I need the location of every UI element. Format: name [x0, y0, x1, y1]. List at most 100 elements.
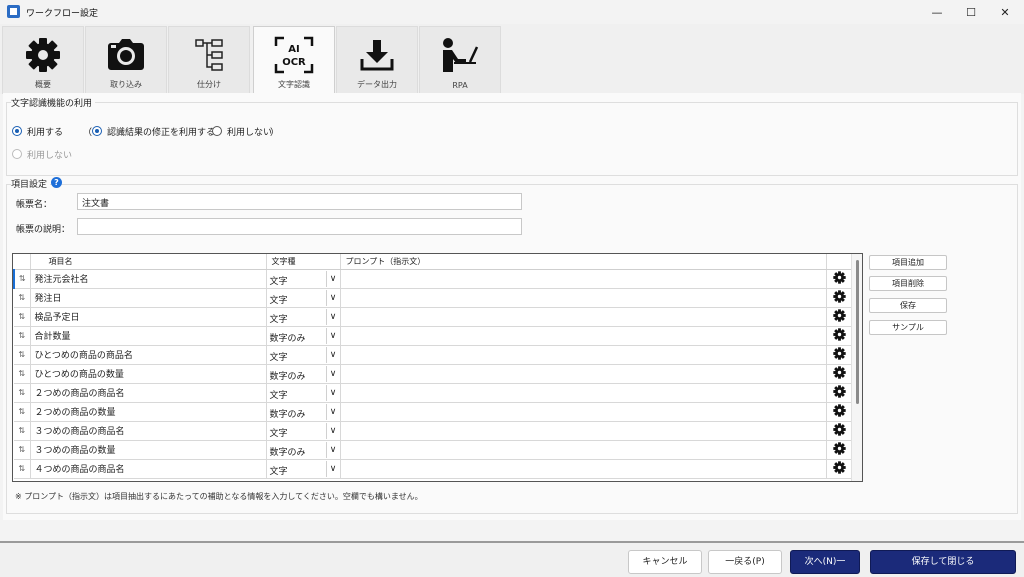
grid-row[interactable]: ⇅ 発注日 文字 ∨ — [14, 288, 853, 308]
back-button[interactable]: 一戻る(P) — [708, 550, 782, 574]
tab-overview[interactable]: 概要 — [2, 26, 84, 94]
not-use-ocr-radio[interactable] — [12, 149, 22, 159]
form-description-input[interactable] — [77, 218, 522, 235]
prompt-cell[interactable] — [340, 383, 827, 403]
item-name-cell[interactable]: ２つめの商品の商品名 — [30, 383, 267, 403]
row-settings-button[interactable] — [826, 440, 853, 460]
row-settings-button[interactable] — [826, 307, 853, 327]
char-type-select[interactable]: 文字 ∨ — [266, 459, 341, 479]
row-settings-button[interactable] — [826, 345, 853, 365]
no-fix-radio[interactable] — [212, 126, 222, 136]
row-settings-button[interactable] — [826, 402, 853, 422]
row-settings-button[interactable] — [826, 459, 853, 479]
drag-handle-icon[interactable]: ⇅ — [14, 307, 31, 327]
item-name-cell[interactable]: ３つめの商品の商品名 — [30, 421, 267, 441]
char-type-select[interactable]: 文字 ∨ — [266, 421, 341, 441]
prompt-cell[interactable] — [340, 326, 827, 346]
char-type-select[interactable]: 文字 ∨ — [266, 383, 341, 403]
row-settings-button[interactable] — [826, 421, 853, 441]
grid-row[interactable]: ⇅ ２つめの商品の商品名 文字 ∨ — [14, 383, 853, 403]
save-and-close-button[interactable]: 保存して閉じる — [870, 550, 1016, 574]
chevron-down-icon[interactable]: ∨ — [325, 403, 340, 420]
item-name-cell[interactable]: 発注元会社名 — [30, 269, 267, 289]
chevron-down-icon[interactable]: ∨ — [325, 441, 340, 458]
help-icon[interactable]: ? — [51, 177, 62, 188]
drag-handle-icon[interactable]: ⇅ — [14, 402, 31, 422]
prompt-cell[interactable] — [340, 307, 827, 327]
drag-handle-icon[interactable]: ⇅ — [14, 326, 31, 346]
char-type-select[interactable]: 数字のみ ∨ — [266, 364, 341, 384]
item-name-cell[interactable]: ひとつめの商品の数量 — [30, 364, 267, 384]
char-type-select[interactable]: 数字のみ ∨ — [266, 440, 341, 460]
add-item-button[interactable]: 項目追加 — [869, 255, 947, 270]
char-type-select[interactable]: 文字 ∨ — [266, 269, 341, 289]
chevron-down-icon[interactable]: ∨ — [325, 460, 340, 477]
prompt-cell[interactable] — [340, 440, 827, 460]
prompt-cell[interactable] — [340, 345, 827, 365]
item-name-cell[interactable]: 検品予定日 — [30, 307, 267, 327]
delete-item-button[interactable]: 項目削除 — [869, 276, 947, 291]
drag-handle-icon[interactable]: ⇅ — [14, 383, 31, 403]
prompt-cell[interactable] — [340, 402, 827, 422]
drag-handle-icon[interactable]: ⇅ — [14, 459, 31, 479]
scrollbar-thumb[interactable] — [856, 260, 859, 404]
maximize-button[interactable]: ☐ — [954, 0, 988, 24]
use-fix-radio[interactable] — [92, 126, 102, 136]
char-type-select[interactable]: 数字のみ ∨ — [266, 402, 341, 422]
drag-handle-icon[interactable]: ⇅ — [14, 440, 31, 460]
grid-row[interactable]: ⇅ ４つめの商品の商品名 文字 ∨ — [14, 459, 853, 479]
item-name-cell[interactable]: ２つめの商品の数量 — [30, 402, 267, 422]
sample-button[interactable]: サンプル — [869, 320, 947, 335]
drag-handle-icon[interactable]: ⇅ — [13, 269, 31, 289]
row-settings-button[interactable] — [826, 364, 853, 384]
grid-row[interactable]: ⇅ 発注元会社名 文字 ∨ — [13, 269, 853, 289]
save-button[interactable]: 保存 — [869, 298, 947, 313]
chevron-down-icon[interactable]: ∨ — [325, 346, 340, 363]
prompt-cell[interactable] — [340, 459, 827, 479]
grid-row[interactable]: ⇅ ２つめの商品の数量 数字のみ ∨ — [14, 402, 853, 422]
item-name-cell[interactable]: ３つめの商品の数量 — [30, 440, 267, 460]
chevron-down-icon[interactable]: ∨ — [325, 308, 340, 325]
prompt-cell[interactable] — [340, 421, 827, 441]
grid-row[interactable]: ⇅ ひとつめの商品の商品名 文字 ∨ — [14, 345, 853, 365]
chevron-down-icon[interactable]: ∨ — [325, 422, 340, 439]
tab-import[interactable]: 取り込み — [85, 26, 167, 94]
char-type-select[interactable]: 文字 ∨ — [266, 288, 341, 308]
item-name-cell[interactable]: 発注日 — [30, 288, 267, 308]
drag-handle-icon[interactable]: ⇅ — [14, 421, 31, 441]
drag-handle-icon[interactable]: ⇅ — [14, 345, 31, 365]
chevron-down-icon[interactable]: ∨ — [325, 365, 340, 382]
tab-ocr[interactable]: AI OCR 文字認識 — [253, 26, 335, 94]
cancel-button[interactable]: キャンセル — [628, 550, 702, 574]
close-button[interactable]: ✕ — [988, 0, 1022, 24]
drag-handle-icon[interactable]: ⇅ — [14, 364, 31, 384]
minimize-button[interactable]: — — [920, 0, 954, 24]
form-name-input[interactable]: 注文書 — [77, 193, 522, 210]
row-settings-button[interactable] — [826, 269, 853, 289]
item-name-cell[interactable]: ひとつめの商品の商品名 — [30, 345, 267, 365]
row-settings-button[interactable] — [826, 288, 853, 308]
char-type-select[interactable]: 数字のみ ∨ — [266, 326, 341, 346]
prompt-cell[interactable] — [340, 269, 827, 289]
grid-row[interactable]: ⇅ ３つめの商品の商品名 文字 ∨ — [14, 421, 853, 441]
grid-row[interactable]: ⇅ 合計数量 数字のみ ∨ — [14, 326, 853, 346]
tab-rpa[interactable]: RPA — [419, 26, 501, 94]
drag-handle-icon[interactable]: ⇅ — [14, 288, 31, 308]
chevron-down-icon[interactable]: ∨ — [325, 384, 340, 401]
chevron-down-icon[interactable]: ∨ — [325, 270, 340, 287]
row-settings-button[interactable] — [826, 326, 853, 346]
prompt-cell[interactable] — [340, 364, 827, 384]
chevron-down-icon[interactable]: ∨ — [325, 289, 340, 306]
next-button[interactable]: 次へ(N)一 — [790, 550, 860, 574]
item-name-cell[interactable]: 合計数量 — [30, 326, 267, 346]
row-settings-button[interactable] — [826, 383, 853, 403]
grid-scrollbar[interactable] — [851, 254, 862, 481]
item-name-cell[interactable]: ４つめの商品の商品名 — [30, 459, 267, 479]
use-ocr-radio[interactable] — [12, 126, 22, 136]
grid-row[interactable]: ⇅ 検品予定日 文字 ∨ — [14, 307, 853, 327]
tab-sort[interactable]: 仕分け — [168, 26, 250, 94]
char-type-select[interactable]: 文字 ∨ — [266, 307, 341, 327]
char-type-select[interactable]: 文字 ∨ — [266, 345, 341, 365]
grid-row[interactable]: ⇅ ひとつめの商品の数量 数字のみ ∨ — [14, 364, 853, 384]
prompt-cell[interactable] — [340, 288, 827, 308]
